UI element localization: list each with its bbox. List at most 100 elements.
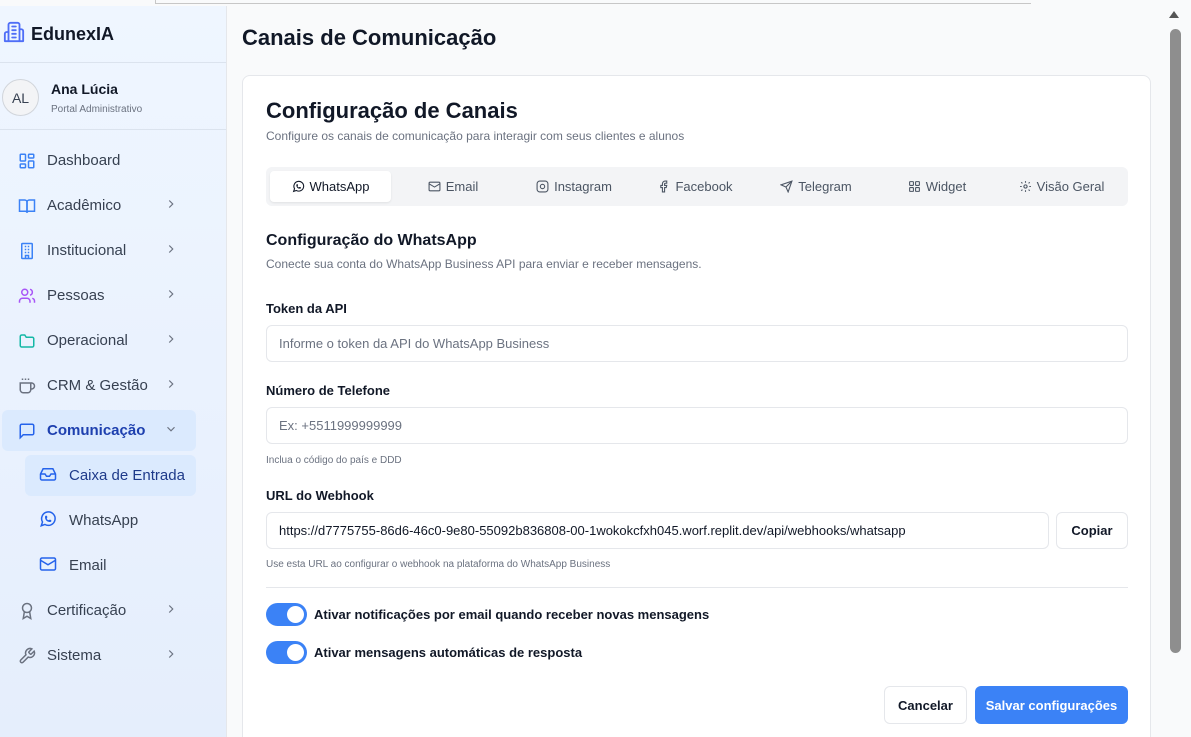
toggle-label: Ativar notificações por email quando rec…	[314, 607, 710, 622]
phone-hint: Inclua o código do país e DDD	[266, 455, 402, 466]
copy-button[interactable]: Copiar	[1056, 512, 1128, 549]
nav-label: Sistema	[47, 647, 102, 664]
nav-item-institucional[interactable]: Institucional	[2, 230, 196, 271]
users-icon	[18, 287, 36, 305]
settings-icon	[1019, 181, 1031, 192]
nav-item-dashboard[interactable]: Dashboard	[2, 140, 196, 181]
chevron-right-icon	[168, 605, 174, 613]
nav-label: Operacional	[47, 332, 128, 349]
scrollbar-thumb[interactable]	[1170, 29, 1181, 653]
user-role: Portal Administrativo	[51, 104, 143, 115]
chevron-down-icon	[167, 426, 175, 432]
scroll-up-arrow[interactable]	[1169, 11, 1179, 18]
nav-item-comunicacao[interactable]: Comunicação	[2, 410, 196, 451]
facebook-icon	[660, 180, 668, 193]
nav-item-certificacao[interactable]: Certificação	[2, 590, 196, 631]
user-name: Ana Lúcia	[51, 81, 118, 97]
divider	[266, 587, 1128, 588]
nav-label: WhatsApp	[69, 512, 139, 529]
email-notifications-toggle[interactable]	[266, 603, 307, 626]
sub-item-whatsapp[interactable]: WhatsApp	[25, 500, 196, 541]
user-profile: AL Ana Lúcia Portal Administrativo	[0, 64, 226, 130]
building-icon	[18, 242, 36, 260]
tab-visao-geral[interactable]: Visão Geral	[999, 171, 1124, 202]
tab-label: Instagram	[554, 179, 612, 194]
token-label: Token da API	[266, 301, 347, 316]
save-button[interactable]: Salvar configurações	[975, 686, 1128, 724]
building-icon	[3, 21, 25, 48]
app-name: EdunexIA	[31, 23, 115, 44]
toggle-label: Ativar mensagens automáticas de resposta	[314, 645, 583, 660]
inbox-icon	[39, 465, 57, 487]
nav-item-academico[interactable]: Acadêmico	[2, 185, 196, 226]
folder-icon	[18, 332, 36, 350]
chevron-right-icon	[168, 200, 174, 208]
mail-icon	[428, 181, 441, 192]
nav-item-operacional[interactable]: Operacional	[2, 320, 196, 361]
wrench-icon	[18, 647, 36, 665]
whatsapp-icon	[292, 180, 304, 193]
brand[interactable]: EdunexIA	[0, 6, 226, 63]
tab-instagram[interactable]: Instagram	[515, 171, 633, 202]
toggle-row-email-notifications: Ativar notificações por email quando rec…	[266, 603, 709, 626]
sidebar: EdunexIA AL Ana Lúcia Portal Administrat…	[0, 6, 227, 737]
card-subtitle: Configure os canais de comunicação para …	[266, 129, 685, 143]
tab-label: Widget	[925, 179, 967, 194]
section-subtitle: Conecte sua conta do WhatsApp Business A…	[266, 257, 702, 271]
phone-input[interactable]	[266, 407, 1128, 444]
chevron-right-icon	[168, 650, 174, 658]
nav-item-pessoas[interactable]: Pessoas	[2, 275, 196, 316]
nav-label: Institucional	[47, 242, 127, 259]
auto-reply-toggle[interactable]	[266, 641, 307, 664]
tab-label: Telegram	[798, 179, 852, 194]
nav-label: Acadêmico	[47, 197, 122, 214]
nav-label: Caixa de Entrada	[69, 467, 185, 484]
page-title: Canais de Comunicação	[242, 25, 497, 50]
tab-facebook[interactable]: Facebook	[636, 171, 754, 202]
nav-label: Dashboard	[47, 152, 121, 169]
chevron-right-icon	[168, 290, 174, 298]
section-title: Configuração do WhatsApp	[266, 232, 477, 249]
phone-label: Número de Telefone	[266, 383, 391, 398]
tab-label: Email	[445, 179, 479, 194]
nav-item-crm[interactable]: CRM & Gestão	[2, 365, 196, 406]
chevron-right-icon	[168, 245, 174, 253]
nav-label: CRM & Gestão	[47, 377, 148, 394]
coffee-icon	[18, 377, 36, 395]
award-icon	[18, 602, 36, 620]
tab-email[interactable]: Email	[394, 171, 512, 202]
card-title: Configuração de Canais	[266, 98, 518, 123]
nav-label: Certificação	[47, 602, 127, 619]
channels-card: Configuração de Canais Configure os cana…	[242, 75, 1151, 737]
tab-label: WhatsApp	[309, 179, 370, 194]
send-icon	[780, 180, 794, 193]
instagram-icon	[536, 180, 549, 193]
webhook-label: URL do Webhook	[266, 488, 374, 503]
sub-item-email[interactable]: Email	[25, 545, 196, 586]
tab-whatsapp[interactable]: WhatsApp	[270, 171, 391, 202]
nav-label: Email	[69, 557, 107, 574]
avatar: AL	[2, 79, 39, 116]
tab-label: Visão Geral	[1036, 179, 1105, 194]
mail-icon	[39, 555, 57, 577]
tab-label: Facebook	[675, 179, 733, 194]
message-square-icon	[18, 422, 36, 440]
toggle-row-auto-reply: Ativar mensagens automáticas de resposta	[266, 641, 582, 664]
nav-label: Comunicação	[47, 422, 146, 439]
chevron-right-icon	[168, 380, 174, 388]
webhook-hint: Use esta URL ao configurar o webhook na …	[266, 559, 611, 570]
cancel-button[interactable]: Cancelar	[884, 686, 967, 724]
chevron-right-icon	[168, 335, 174, 343]
whatsapp-icon	[39, 510, 57, 532]
tab-widget[interactable]: Widget	[878, 171, 996, 202]
token-input[interactable]	[266, 325, 1128, 362]
channel-tabs: WhatsApp Email Instagram Facebook Telegr…	[266, 167, 1128, 206]
book-icon	[18, 197, 36, 215]
sub-item-caixa-entrada[interactable]: Caixa de Entrada	[25, 455, 196, 496]
grid-icon	[908, 181, 920, 192]
dashboard-icon	[18, 152, 36, 170]
webhook-url-input[interactable]	[266, 512, 1049, 549]
nav-label: Pessoas	[47, 287, 105, 304]
nav-item-sistema[interactable]: Sistema	[2, 635, 196, 676]
tab-telegram[interactable]: Telegram	[757, 171, 875, 202]
